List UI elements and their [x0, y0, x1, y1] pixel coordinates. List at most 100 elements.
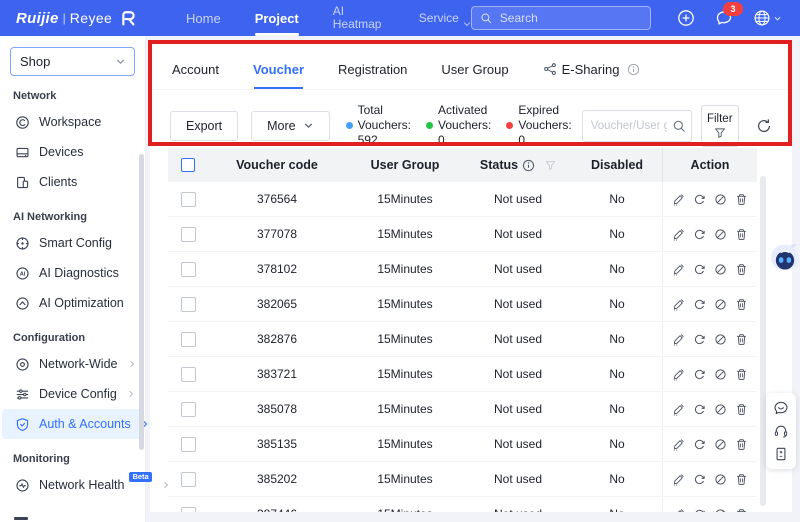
row-checkbox[interactable] [180, 436, 196, 452]
edit-icon[interactable] [672, 263, 685, 276]
delete-icon[interactable] [735, 298, 748, 311]
row-checkbox[interactable] [180, 191, 196, 207]
info-icon[interactable] [522, 159, 535, 172]
disable-icon[interactable] [714, 228, 727, 241]
sidebar-item-smart-config[interactable]: Smart Config [2, 228, 143, 258]
row-checkbox[interactable] [180, 471, 196, 487]
delete-icon[interactable] [735, 228, 748, 241]
sidebar-item-ai-diagnostics[interactable]: AI AI Diagnostics [2, 258, 143, 288]
network-wide-icon [15, 357, 30, 372]
workspace-selector[interactable]: Shop [10, 47, 135, 76]
status-filter-icon[interactable] [545, 160, 556, 171]
disable-icon[interactable] [714, 263, 727, 276]
disable-icon[interactable] [714, 368, 727, 381]
feedback-chat-icon[interactable] [773, 400, 789, 416]
voucher-search-input[interactable] [582, 119, 667, 132]
cell-action [662, 252, 757, 286]
edit-icon[interactable] [672, 368, 685, 381]
edit-icon[interactable] [672, 473, 685, 486]
edit-icon[interactable] [672, 438, 685, 451]
delete-icon[interactable] [735, 508, 748, 512]
filter-button[interactable]: Filter [700, 104, 739, 147]
more-button[interactable]: More [251, 110, 330, 141]
renew-icon[interactable] [693, 508, 706, 512]
messages-icon[interactable]: 3 [715, 2, 743, 27]
tab-user-group[interactable]: User Group [441, 49, 508, 89]
nav-item-service[interactable]: Service [419, 0, 471, 36]
ai-assistant-robot-icon[interactable] [767, 240, 800, 278]
brand-logo[interactable]: Ruijie | Reyee [0, 9, 152, 28]
disable-icon[interactable] [714, 298, 727, 311]
cell-action [662, 462, 757, 496]
sidebar-item-clients[interactable]: Clients [2, 167, 143, 197]
documentation-icon[interactable] [773, 446, 789, 462]
export-button[interactable]: Export [170, 110, 239, 141]
edit-icon[interactable] [672, 298, 685, 311]
edit-icon[interactable] [672, 508, 685, 512]
nav-item-home[interactable]: Home [186, 0, 221, 36]
edit-icon[interactable] [672, 403, 685, 416]
nav-item-project[interactable]: Project [254, 0, 299, 36]
support-headset-icon[interactable] [773, 423, 789, 439]
sidebar-item-ai-optimization[interactable]: AI Optimization [2, 288, 143, 318]
tab-account[interactable]: Account [172, 49, 219, 89]
logo-separator: | [62, 11, 66, 25]
delete-icon[interactable] [735, 473, 748, 486]
disable-icon[interactable] [714, 508, 727, 512]
cell-voucher-code: 385135 [256, 437, 298, 451]
renew-icon[interactable] [693, 228, 706, 241]
add-circle-icon[interactable] [677, 9, 695, 27]
delete-icon[interactable] [735, 403, 748, 416]
row-checkbox[interactable] [180, 401, 196, 417]
renew-icon[interactable] [693, 298, 706, 311]
disable-icon[interactable] [714, 438, 727, 451]
row-checkbox[interactable] [180, 296, 196, 312]
disable-icon[interactable] [714, 403, 727, 416]
select-all-checkbox[interactable] [181, 158, 195, 172]
renew-icon[interactable] [693, 193, 706, 206]
edit-icon[interactable] [672, 333, 685, 346]
disable-icon[interactable] [714, 473, 727, 486]
global-search[interactable] [470, 6, 651, 30]
sidebar-item-auth-accounts[interactable]: Auth & Accounts [2, 409, 148, 439]
global-search-input[interactable] [497, 10, 642, 26]
nav-item-ai-heatmap[interactable]: AI Heatmap [333, 0, 385, 36]
refresh-icon[interactable] [756, 118, 772, 134]
row-checkbox[interactable] [180, 261, 196, 277]
delete-icon[interactable] [735, 263, 748, 276]
export-list-icon[interactable] [789, 118, 792, 134]
renew-icon[interactable] [693, 403, 706, 416]
tab-e-sharing[interactable]: E-Sharing [543, 49, 641, 89]
row-checkbox[interactable] [180, 366, 196, 382]
row-checkbox[interactable] [180, 506, 196, 512]
renew-icon[interactable] [693, 368, 706, 381]
table-header: Voucher code User Group Status Disabled … [168, 148, 757, 182]
stat-activated: Activated Vouchers: 0 [426, 103, 491, 148]
cell-status: Not used [493, 227, 543, 241]
renew-icon[interactable] [693, 263, 706, 276]
sidebar-item-devices[interactable]: Devices [2, 137, 143, 167]
search-icon[interactable] [667, 111, 691, 141]
disable-icon[interactable] [714, 333, 727, 346]
row-checkbox[interactable] [180, 226, 196, 242]
delete-icon[interactable] [735, 193, 748, 206]
language-selector[interactable] [753, 9, 782, 27]
delete-icon[interactable] [735, 368, 748, 381]
tab-registration[interactable]: Registration [338, 49, 407, 89]
renew-icon[interactable] [693, 333, 706, 346]
renew-icon[interactable] [693, 473, 706, 486]
delete-icon[interactable] [735, 333, 748, 346]
sidebar-item-device-config[interactable]: Device Config [2, 379, 143, 409]
tab-voucher[interactable]: Voucher [253, 49, 304, 89]
sidebar-scrollbar[interactable] [139, 154, 144, 450]
edit-icon[interactable] [672, 193, 685, 206]
voucher-search[interactable] [581, 109, 692, 142]
row-checkbox[interactable] [180, 331, 196, 347]
sidebar-item-network-health[interactable]: Network Health Beta [2, 470, 168, 500]
delete-icon[interactable] [735, 438, 748, 451]
edit-icon[interactable] [672, 228, 685, 241]
renew-icon[interactable] [693, 438, 706, 451]
sidebar-item-network-wide[interactable]: Network-Wide [2, 349, 143, 379]
disable-icon[interactable] [714, 193, 727, 206]
sidebar-item-workspace[interactable]: Workspace [2, 107, 143, 137]
